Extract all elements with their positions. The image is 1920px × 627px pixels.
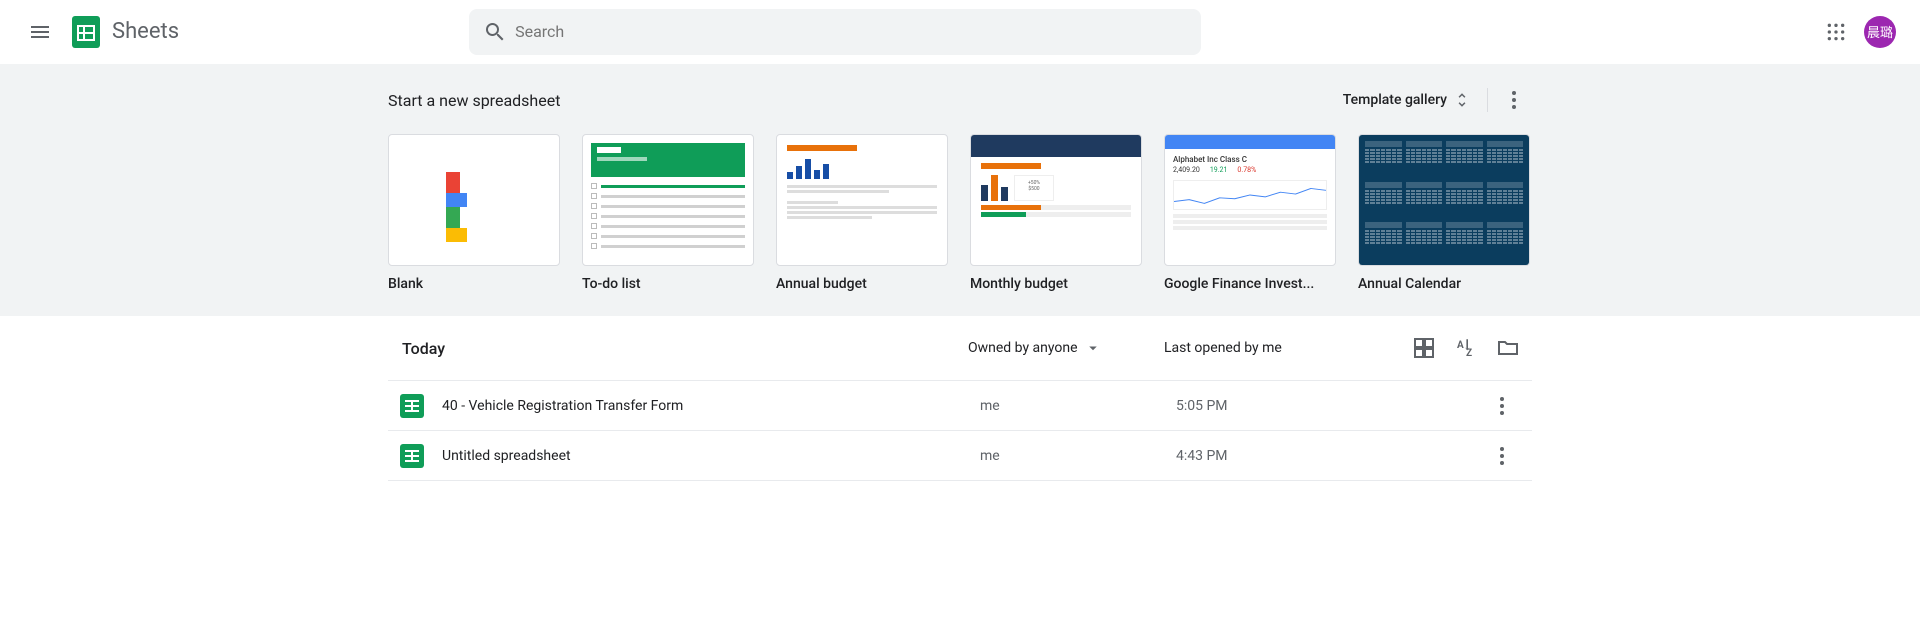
template-thumb: +50%$500 xyxy=(970,134,1142,266)
document-owner: me xyxy=(980,398,1176,414)
document-row[interactable]: 40 - Vehicle Registration Transfer Formm… xyxy=(388,381,1532,431)
sheets-file-icon xyxy=(400,444,424,468)
grid-view-icon xyxy=(1412,336,1436,360)
more-vert-icon xyxy=(1490,394,1514,418)
template-row: Blank To-do list xyxy=(388,134,1532,292)
template-label: Annual budget xyxy=(776,276,948,292)
document-list-header: Today Owned by anyone Last opened by me … xyxy=(388,316,1532,380)
sort-options-button[interactable]: AZ xyxy=(1454,336,1478,360)
template-monthly-budget[interactable]: +50%$500 Monthly budget xyxy=(970,134,1142,292)
template-more-button[interactable] xyxy=(1496,82,1532,118)
preview-text: 19.21 xyxy=(1210,166,1228,174)
folder-icon xyxy=(1496,336,1520,360)
template-todo-list[interactable]: To-do list xyxy=(582,134,754,292)
more-vert-icon xyxy=(1490,444,1514,468)
document-owner: me xyxy=(980,448,1176,464)
template-strip-title: Start a new spreadsheet xyxy=(388,91,560,110)
sheets-logo-icon xyxy=(68,14,104,50)
template-label: Blank xyxy=(388,276,560,292)
template-label: To-do list xyxy=(582,276,754,292)
template-gallery-button[interactable]: Template gallery xyxy=(1335,85,1479,115)
template-thumb xyxy=(388,134,560,266)
template-thumb xyxy=(582,134,754,266)
document-list-area: Today Owned by anyone Last opened by me … xyxy=(388,316,1532,481)
main-menu-button[interactable] xyxy=(16,8,64,56)
unfold-icon xyxy=(1453,91,1471,109)
document-more-button[interactable] xyxy=(1484,388,1520,424)
apps-grid-icon xyxy=(1826,22,1846,42)
header-bar: Sheets 晨璐 xyxy=(0,0,1920,64)
search-input[interactable] xyxy=(515,22,1195,41)
more-vert-icon xyxy=(1502,88,1526,112)
menu-icon xyxy=(28,20,52,44)
template-annual-budget[interactable]: Annual budget xyxy=(776,134,948,292)
template-thumb xyxy=(1358,134,1530,266)
template-google-finance[interactable]: Alphabet Inc Class C 2,409.20 19.21 0.78… xyxy=(1164,134,1336,292)
template-thumb: Alphabet Inc Class C 2,409.20 19.21 0.78… xyxy=(1164,134,1336,266)
svg-text:A: A xyxy=(1457,340,1464,351)
template-blank[interactable]: Blank xyxy=(388,134,560,292)
template-annual-calendar[interactable]: Annual Calendar xyxy=(1358,134,1530,292)
app-logo[interactable]: Sheets xyxy=(68,14,179,50)
template-gallery-strip: Start a new spreadsheet Template gallery… xyxy=(0,64,1920,316)
template-strip-header: Start a new spreadsheet Template gallery xyxy=(388,80,1532,120)
sort-az-icon: AZ xyxy=(1454,336,1478,360)
app-title: Sheets xyxy=(112,19,179,44)
document-name: Untitled spreadsheet xyxy=(442,448,980,464)
preview-text: Alphabet Inc Class C xyxy=(1173,155,1327,164)
google-apps-button[interactable] xyxy=(1816,12,1856,52)
dropdown-icon xyxy=(1084,339,1102,357)
sort-label[interactable]: Last opened by me xyxy=(1164,340,1394,356)
document-row[interactable]: Untitled spreadsheetme4:43 PM xyxy=(388,431,1532,481)
preview-text: $500 xyxy=(1019,186,1049,192)
plus-icon xyxy=(446,172,502,228)
document-time: 4:43 PM xyxy=(1176,448,1436,464)
preview-text: 2,409.20 xyxy=(1173,166,1200,174)
document-more-button[interactable] xyxy=(1484,438,1520,474)
sheets-file-icon xyxy=(400,394,424,418)
search-container xyxy=(469,9,1201,55)
preview-text: 0.78% xyxy=(1237,166,1256,174)
grid-view-button[interactable] xyxy=(1412,336,1436,360)
template-label: Annual Calendar xyxy=(1358,276,1530,292)
template-label: Google Finance Invest... xyxy=(1164,276,1336,292)
owner-filter-dropdown[interactable]: Owned by anyone xyxy=(968,339,1164,357)
open-file-picker-button[interactable] xyxy=(1496,336,1520,360)
template-label: Monthly budget xyxy=(970,276,1142,292)
document-name: 40 - Vehicle Registration Transfer Form xyxy=(442,398,980,414)
template-gallery-label: Template gallery xyxy=(1343,92,1447,108)
document-time: 5:05 PM xyxy=(1176,398,1436,414)
separator xyxy=(1487,88,1488,112)
search-icon[interactable] xyxy=(475,12,515,52)
search-bar[interactable] xyxy=(469,9,1201,55)
account-avatar[interactable]: 晨璐 xyxy=(1864,16,1896,48)
template-thumb xyxy=(776,134,948,266)
owner-filter-label: Owned by anyone xyxy=(968,340,1078,356)
section-title: Today xyxy=(388,339,968,358)
